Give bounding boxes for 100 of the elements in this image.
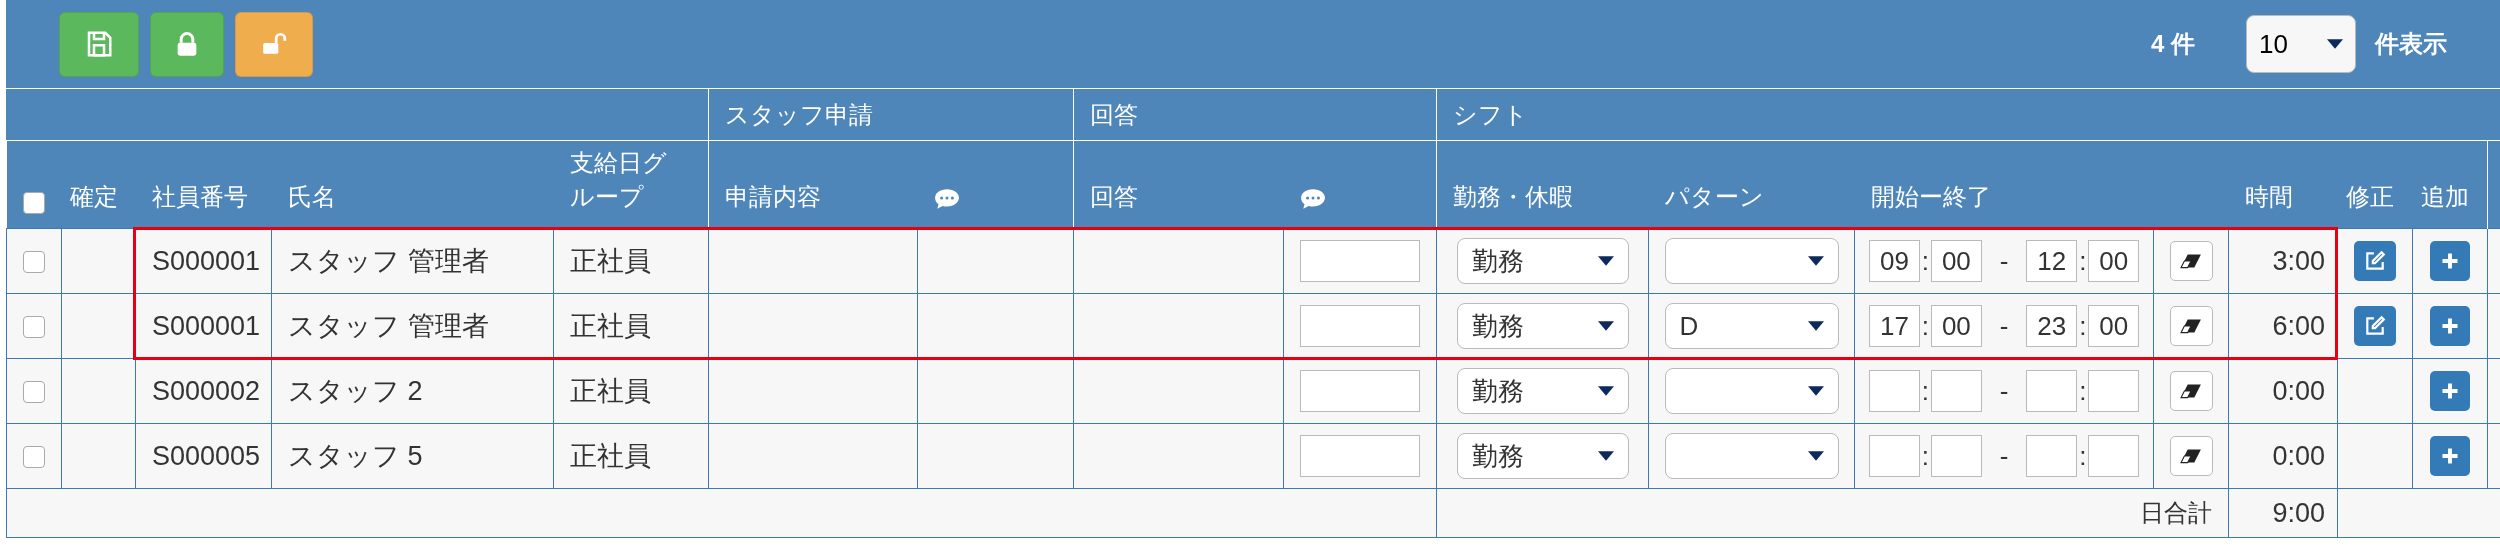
time-separator: : [2079, 374, 2087, 408]
page-size-select[interactable]: 10 [2246, 15, 2356, 73]
employee-name: スタッフ 2 [288, 375, 423, 406]
column-header: 申請内容 [725, 183, 822, 210]
time-field[interactable]: 00 [1931, 240, 1982, 282]
edit-icon [2364, 315, 2387, 337]
time-field[interactable]: 12 [2026, 240, 2078, 282]
speech-bubble-icon [933, 187, 960, 210]
daily-total-value: 9:00 [2272, 497, 2326, 528]
row-checkbox[interactable] [23, 315, 45, 338]
work-type-select[interactable]: 勤務 [1456, 433, 1629, 479]
group-header: 回答 [1090, 100, 1139, 128]
edit-button[interactable] [2354, 306, 2397, 346]
group-header: シフト [1453, 100, 1529, 128]
add-button[interactable] [2430, 436, 2471, 476]
column-header: 時間 [2244, 183, 2293, 210]
row-checkbox[interactable] [23, 380, 45, 403]
eraser-button[interactable] [2169, 306, 2213, 346]
reply-input[interactable] [1300, 435, 1421, 477]
employee-id: S000001 [152, 310, 261, 341]
column-header: 勤務・休暇 [1453, 183, 1574, 210]
time-field[interactable] [1931, 435, 1982, 477]
column-header: 確定 [69, 183, 118, 210]
time-field[interactable] [1869, 370, 1920, 412]
time-field[interactable] [2026, 435, 2078, 477]
pattern-select[interactable] [1664, 238, 1839, 284]
column-header: 社員番号 [151, 183, 248, 210]
dropdown-arrow-icon [1597, 321, 1614, 331]
add-button[interactable] [2430, 306, 2471, 346]
time-field[interactable]: 00 [1931, 305, 1982, 347]
select-all-checkbox[interactable] [23, 191, 45, 214]
add-button[interactable] [2430, 241, 2471, 281]
range-separator: - [1999, 439, 2009, 473]
plus-icon [2441, 252, 2460, 270]
dropdown-arrow-icon [1597, 256, 1614, 266]
employee-id: S000005 [152, 440, 261, 471]
time-field[interactable] [1931, 370, 1982, 412]
work-type-select[interactable]: 勤務 [1456, 368, 1629, 414]
lock-button[interactable] [150, 11, 224, 77]
dropdown-arrow-icon [1807, 256, 1824, 266]
pattern-select[interactable]: D [1664, 303, 1839, 349]
time-separator: : [2079, 309, 2087, 343]
hours-value: 3:00 [2272, 245, 2326, 276]
save-button[interactable] [59, 11, 139, 77]
range-separator: - [1999, 244, 2009, 278]
dropdown-arrow-icon [1807, 321, 1824, 331]
eraser-button[interactable] [2169, 241, 2213, 281]
pattern-select[interactable] [1664, 368, 1839, 414]
add-button[interactable] [2430, 371, 2471, 411]
time-field[interactable]: 09 [1869, 240, 1920, 282]
column-header: パターン [1664, 183, 1764, 210]
work-type-select[interactable]: 勤務 [1456, 238, 1629, 284]
plus-icon [2441, 382, 2460, 400]
time-field[interactable]: 00 [2088, 305, 2140, 347]
unlock-button[interactable] [235, 11, 313, 77]
range-separator: - [1999, 374, 2009, 408]
time-separator: : [2079, 244, 2087, 278]
column-header: 支給日グループ [569, 149, 667, 210]
eraser-button[interactable] [2169, 436, 2213, 476]
employee-id: S000002 [152, 375, 261, 406]
eraser-icon [2180, 253, 2203, 269]
time-separator: : [1921, 309, 1929, 343]
column-header: 回答 [1090, 183, 1139, 210]
time-field[interactable] [1869, 435, 1920, 477]
time-field[interactable]: 00 [2088, 240, 2140, 282]
time-field[interactable] [2088, 370, 2140, 412]
pay-group: 正社員 [570, 310, 651, 341]
time-separator: : [1921, 244, 1929, 278]
employee-name: スタッフ 管理者 [288, 245, 489, 276]
time-separator: : [2079, 439, 2087, 473]
reply-input[interactable] [1300, 305, 1421, 347]
daily-total-label: 日合計 [2140, 499, 2213, 526]
reply-input[interactable] [1300, 370, 1421, 412]
employee-id: S000001 [152, 245, 261, 276]
column-header: 追加 [2420, 183, 2469, 210]
pay-group: 正社員 [570, 245, 651, 276]
reply-input[interactable] [1300, 240, 1421, 282]
record-count: 4 件 [2151, 29, 2195, 59]
eraser-button[interactable] [2169, 371, 2213, 411]
hours-value: 6:00 [2272, 310, 2326, 341]
eraser-icon [2180, 383, 2203, 399]
pattern-select[interactable] [1664, 433, 1839, 479]
time-field[interactable] [2026, 370, 2078, 412]
time-field[interactable]: 23 [2026, 305, 2078, 347]
edit-button[interactable] [2354, 241, 2397, 281]
speech-bubble-icon [1299, 187, 1326, 210]
hours-value: 0:00 [2272, 440, 2326, 471]
row-checkbox[interactable] [23, 445, 45, 468]
time-field[interactable] [2088, 435, 2140, 477]
plus-icon [2441, 317, 2460, 335]
work-type-select[interactable]: 勤務 [1456, 303, 1629, 349]
dropdown-arrow-icon [2327, 39, 2343, 49]
page-size-label: 件表示 [2375, 29, 2447, 59]
row-checkbox[interactable] [23, 250, 45, 273]
time-field[interactable]: 17 [1869, 305, 1920, 347]
edit-icon [2364, 250, 2387, 272]
employee-name: スタッフ 5 [288, 440, 423, 471]
column-header: 開始ー終了 [1870, 183, 1991, 210]
pay-group: 正社員 [570, 440, 651, 471]
dropdown-arrow-icon [1807, 451, 1824, 461]
